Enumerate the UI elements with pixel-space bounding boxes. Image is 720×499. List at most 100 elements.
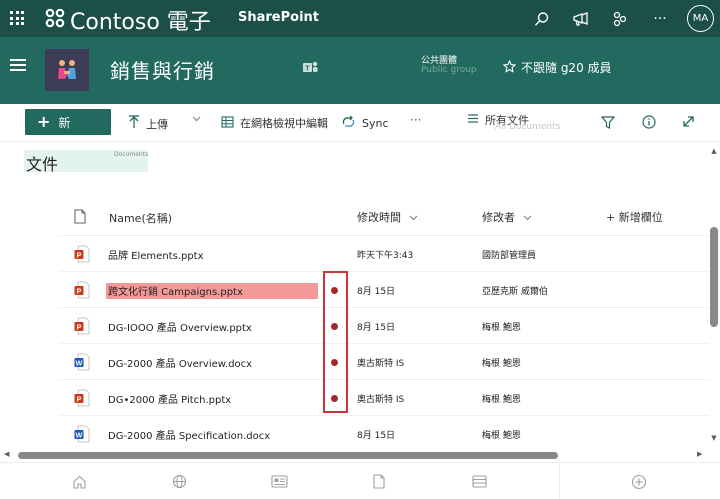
table-row[interactable]: P 跨文化行銷 Campaigns.pptx 8月 15日 亞歷克斯 威爾伯 (60, 271, 709, 307)
scroll-down-arrow-icon[interactable]: ▼ (709, 434, 719, 442)
scroll-right-arrow-icon[interactable]: ▶ (697, 450, 702, 458)
hamburger-menu-icon[interactable] (10, 59, 26, 71)
modified-date: 昨天下午3:43 (357, 251, 414, 261)
new-button[interactable]: + 新 (25, 109, 111, 135)
bottom-nav (0, 462, 720, 499)
grid-edit-label: 在網格檢視中編輯 (240, 117, 328, 130)
site-name[interactable]: 銷售與行銷 (110, 55, 215, 84)
grid-edit-button[interactable]: 在網格檢視中編輯 (221, 115, 328, 131)
file-name[interactable]: 品牌 Elements.pptx (108, 247, 204, 262)
svg-text:P: P (77, 324, 82, 331)
contoso-logo-icon (44, 7, 66, 34)
more-icon[interactable]: ··· (650, 9, 670, 29)
app-launcher-icon[interactable] (10, 11, 24, 25)
sync-label: Sync (362, 116, 389, 130)
more-commands-button[interactable]: ··· (410, 113, 421, 127)
news-icon[interactable] (262, 463, 296, 499)
megaphone-icon[interactable] (571, 9, 591, 29)
file-name[interactable]: 跨文化行銷 Campaigns.pptx (108, 283, 243, 298)
modified-by[interactable]: 梅根 鮑恩 (482, 392, 521, 405)
command-bar: + 新 上傳 在網格檢視中編輯 Sync ··· 所有文件 All Docume… (0, 104, 720, 142)
follow-label: 不跟隨 g20 成員 (521, 61, 612, 75)
column-header-modified-label: 修改時間 (357, 211, 401, 224)
powerpoint-file-icon: P (74, 281, 90, 299)
modified-date: 8月 15日 (357, 431, 396, 441)
table-row[interactable]: P DG-IOOO 產品 Overview.pptx 8月 15日 梅根 鮑恩 (60, 307, 709, 343)
column-header-modified-by-label: 修改者 (482, 211, 515, 224)
share-network-icon[interactable] (610, 9, 630, 29)
powerpoint-file-icon: P (74, 389, 90, 407)
powerpoint-file-icon: P (74, 317, 90, 335)
brand[interactable]: Contoso 電子 (44, 4, 211, 36)
sync-icon (341, 115, 356, 131)
teams-icon[interactable]: T (301, 59, 319, 79)
plus-icon: + (37, 112, 51, 131)
modified-date: 8月 15日 (357, 287, 396, 297)
new-label: 新 (58, 115, 71, 130)
info-icon[interactable] (642, 115, 656, 129)
modified-by[interactable]: 梅根 鮑恩 (482, 356, 521, 369)
table-row[interactable]: P DG•2000 產品 Pitch.pptx 奧古斯特 IS 梅根 鮑恩 (60, 379, 709, 415)
annotation-highlight-box (323, 271, 348, 413)
home-icon[interactable] (62, 463, 96, 499)
sync-button[interactable]: Sync (341, 115, 389, 131)
scroll-left-arrow-icon[interactable]: ◀ (4, 450, 9, 458)
modified-date: 奧古斯特 IS (357, 395, 405, 405)
file-name[interactable]: DG-IOOO 產品 Overview.pptx (108, 319, 252, 334)
svg-text:P: P (77, 288, 82, 295)
table-row[interactable]: W DG-2000 產品 Overview.docx 奧古斯特 IS 梅根 鮑恩 (60, 343, 709, 379)
modified-date: 8月 15日 (357, 323, 396, 333)
svg-text:P: P (77, 396, 82, 403)
star-icon (502, 59, 517, 76)
globe-icon[interactable] (162, 463, 196, 499)
list-icon[interactable] (462, 463, 496, 499)
app-title[interactable]: SharePoint (238, 10, 319, 25)
expand-icon[interactable] (682, 115, 695, 128)
group-type-ghost-text: Public group (421, 65, 477, 75)
powerpoint-file-icon: P (74, 245, 90, 263)
page-title[interactable]: 文件 (26, 151, 58, 175)
grid-icon (221, 115, 234, 131)
vertical-scroll-thumb[interactable] (710, 227, 718, 327)
list-view-icon (467, 113, 479, 127)
file-name[interactable]: DG-2000 產品 Specification.docx (108, 427, 270, 442)
suite-bar: Contoso 電子 SharePoint ··· MA (0, 0, 720, 37)
search-icon[interactable] (532, 9, 552, 29)
table-row[interactable]: P 品牌 Elements.pptx 昨天下午3:43 國防部管理員 (60, 235, 709, 271)
svg-text:P: P (77, 252, 82, 259)
chevron-down-icon (523, 211, 532, 224)
bottom-nav-divider (559, 463, 560, 499)
vertical-scrollbar[interactable]: ▲ ▼ (709, 145, 720, 450)
word-file-icon: W (74, 425, 90, 443)
table-row[interactable]: W DG-2000 產品 Specification.docx 8月 15日 梅… (60, 415, 709, 451)
add-circle-icon[interactable] (622, 463, 656, 499)
file-name[interactable]: DG•2000 產品 Pitch.pptx (108, 391, 231, 406)
brand-name: Contoso 電子 (70, 10, 211, 35)
horizontal-scrollbar[interactable]: ◀ ▶ (0, 450, 709, 462)
view-ghost-text: All Documents (495, 122, 561, 132)
filter-icon[interactable] (601, 116, 615, 129)
library-title-ghost: Documents (114, 151, 149, 158)
file-name[interactable]: DG-2000 產品 Overview.docx (108, 355, 252, 370)
scroll-up-arrow-icon[interactable]: ▲ (709, 147, 719, 155)
modified-by[interactable]: 亞歷克斯 威爾伯 (482, 284, 548, 297)
modified-date: 奧古斯特 IS (357, 359, 405, 369)
upload-label: 上傳 (146, 118, 168, 131)
column-header-modified-by[interactable]: 修改者 (482, 209, 532, 225)
horizontal-scroll-thumb[interactable] (18, 452, 558, 459)
table-header: Name(名稱) 修改時間 修改者 + 新增欄位 (60, 199, 709, 235)
follow-button[interactable]: 不跟隨 g20 成員 (502, 59, 612, 76)
modified-by[interactable]: 梅根 鮑恩 (482, 320, 521, 333)
column-header-modified[interactable]: 修改時間 (357, 209, 418, 225)
add-column-button[interactable]: + 新增欄位 (606, 209, 663, 225)
upload-chevron-down-icon[interactable] (192, 116, 201, 122)
file-type-header-icon[interactable] (74, 209, 86, 224)
modified-by[interactable]: 國防部管理員 (482, 248, 536, 261)
modified-by[interactable]: 梅根 鮑恩 (482, 428, 521, 441)
upload-button[interactable]: 上傳 (128, 115, 168, 133)
document-icon[interactable] (362, 463, 396, 499)
site-logo[interactable] (45, 49, 89, 91)
column-header-name[interactable]: Name(名稱) (109, 210, 172, 226)
upload-arrow-icon (128, 115, 140, 133)
avatar[interactable]: MA (687, 5, 714, 32)
